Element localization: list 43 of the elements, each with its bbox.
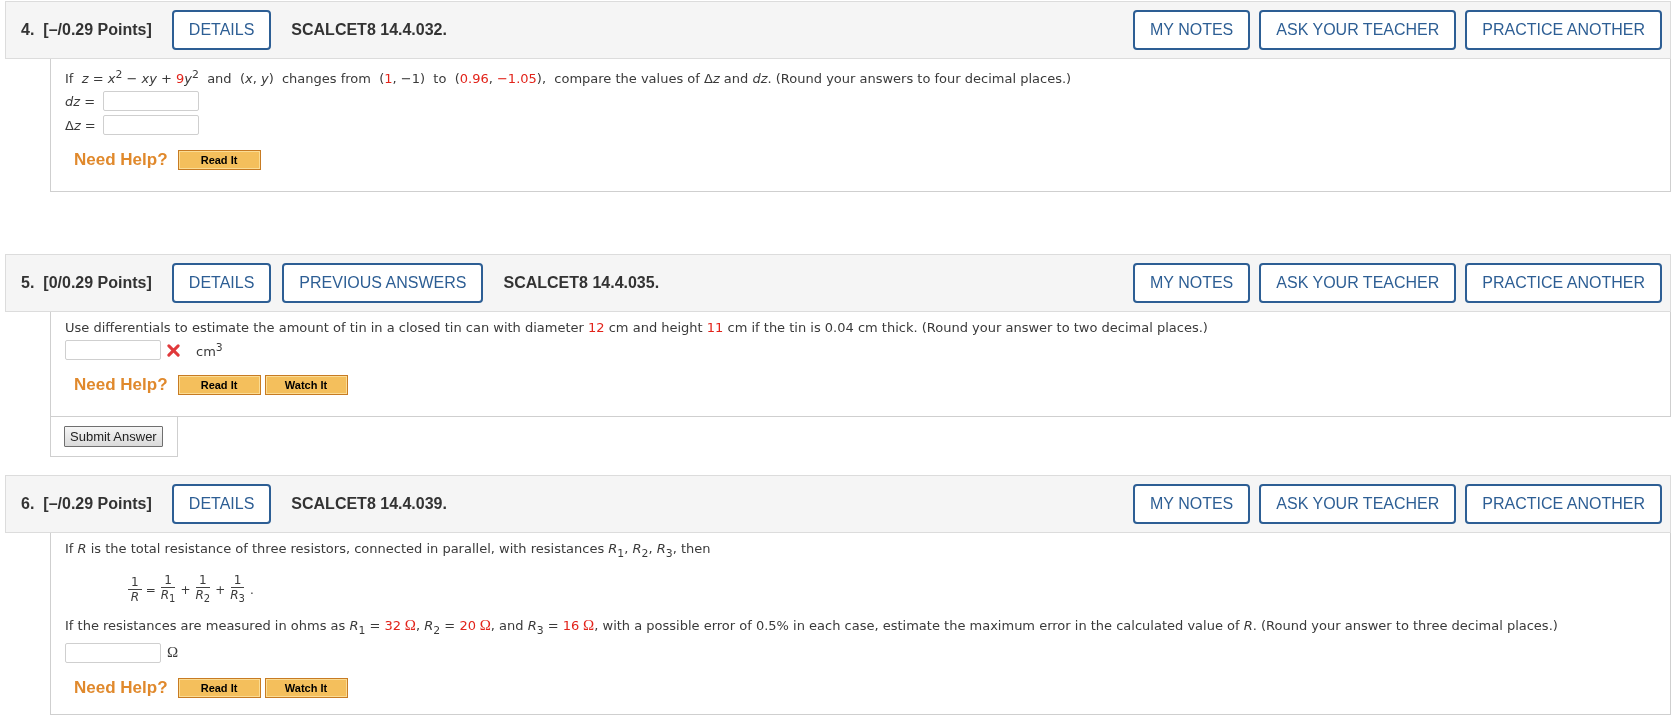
question-number: 5.	[21, 274, 35, 293]
unit-label: Ω	[167, 644, 179, 661]
question-tab-button[interactable]: DETAILS	[171, 10, 272, 50]
help-button[interactable]: Watch It	[264, 375, 348, 396]
action-button[interactable]: ASK YOUR TEACHER	[1259, 10, 1457, 50]
need-help-label: Need Help?	[74, 677, 168, 698]
help-button[interactable]: Read It	[177, 150, 261, 171]
action-button[interactable]: MY NOTES	[1133, 10, 1251, 50]
answer-field[interactable]	[103, 115, 199, 136]
action-button[interactable]: ASK YOUR TEACHER	[1259, 484, 1457, 525]
unit-label: cm$^{3}$	[196, 341, 223, 360]
answer-field[interactable]	[65, 642, 161, 663]
action-button[interactable]: MY NOTES	[1133, 263, 1251, 304]
answer-label: dz =	[65, 93, 97, 109]
help-button[interactable]: Read It	[177, 375, 261, 396]
action-button[interactable]: ASK YOUR TEACHER	[1259, 263, 1457, 304]
question-number: 6.	[21, 495, 35, 514]
answer-label: Δz =	[65, 117, 97, 133]
need-help-label: Need Help?	[74, 150, 168, 171]
question-text: If R is the total resistance of three resistors, connected in parallel, with resistances R$_{1}$, R$_{2}$, R$_{3}$, then	[65, 540, 712, 562]
submit-button[interactable]: Submit Answer	[64, 426, 163, 448]
help-button[interactable]: Read It	[177, 677, 261, 698]
action-button[interactable]: PRACTICE ANOTHER	[1465, 484, 1662, 525]
action-button[interactable]: MY NOTES	[1133, 484, 1251, 525]
question-tab-button[interactable]: DETAILS	[171, 484, 272, 525]
action-button[interactable]: PRACTICE ANOTHER	[1465, 263, 1662, 304]
question-code: SCALCET8 14.4.039.	[291, 495, 447, 514]
question-text: Use differentials to estimate the amount of tin in a closed tin can with diameter 12 cm and height 11 cm if the tin is 0.04 cm thick. (Round your answer to two decimal places.)	[65, 319, 1209, 338]
action-button[interactable]: PRACTICE ANOTHER	[1465, 10, 1662, 50]
points-label: [–/0.29 Points]	[43, 495, 152, 514]
points-label: [0/0.29 Points]	[43, 274, 152, 293]
answer-field[interactable]	[103, 91, 199, 112]
question-text: If the resistances are measured in ohms as R$_{1}$ = 32 Ω, R$_{2}$ = 20 Ω, and R$_{3}$ = 16 Ω, with a possible error of 0.5% in each case, estimate the maximum error in the calculated value of R. (Round your answer to three decimal places.)	[65, 615, 1559, 639]
question-tab-button[interactable]: DETAILS	[171, 263, 272, 304]
help-button[interactable]: Watch It	[264, 677, 348, 698]
question-code: SCALCET8 14.4.035.	[503, 274, 660, 293]
need-help-label: Need Help?	[74, 375, 168, 396]
points-label: [–/0.29 Points]	[43, 21, 152, 39]
question-code: SCALCET8 14.4.032.	[291, 21, 447, 39]
question-number: 4.	[21, 21, 35, 39]
answer-field[interactable]	[65, 340, 161, 361]
question-tab-button[interactable]: PREVIOUS ANSWERS	[282, 263, 484, 304]
question-text: If z = x$^{2}$ − xy + 9y$^{2}$ and (x, y) changes from (1, −1) to (0.96, −1.05), compare the values of Δz and dz. (Round your answers to four decimal places.)	[65, 67, 1073, 89]
